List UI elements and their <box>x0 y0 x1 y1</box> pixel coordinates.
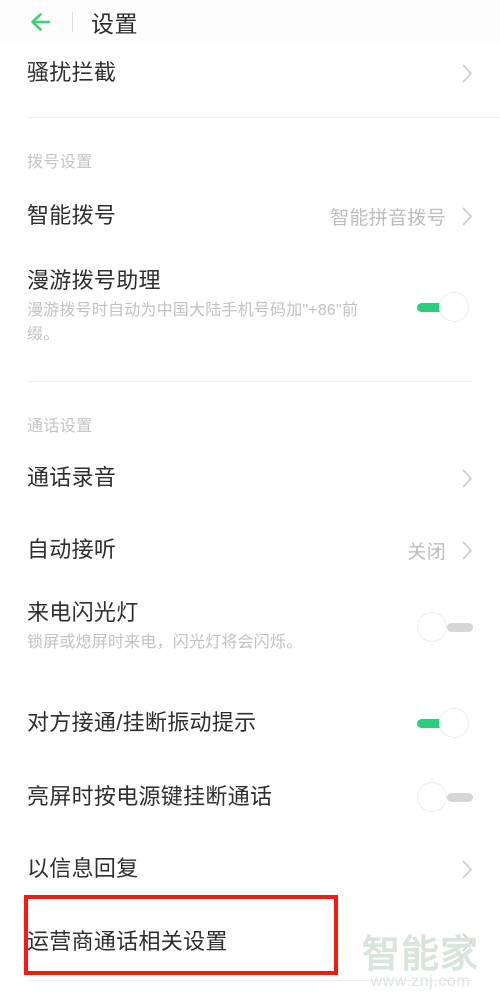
settings-row-auto-answer[interactable]: 自动接听 关闭 <box>0 528 500 572</box>
row-title: 对方接通/挂断振动提示 <box>27 710 257 735</box>
chevron-right-icon <box>462 541 473 560</box>
row-value: 关闭 <box>407 541 446 563</box>
row-title: 以信息回复 <box>27 856 139 881</box>
row-title: 通话录音 <box>27 465 117 490</box>
settings-scroll-area[interactable]: 骚扰拦截 拨号设置 智能拨号 智能拼音拨号 漫游拨号助理 漫游拨号时自动为中国大… <box>0 44 500 998</box>
toggle-track <box>447 793 473 802</box>
chevron-right-icon <box>462 860 473 879</box>
row-description: 锁屏或熄屏时来电，闪光灯将会闪烁。 <box>27 634 303 651</box>
back-arrow-icon[interactable] <box>28 9 54 35</box>
settings-row-harassment-blocking[interactable]: 骚扰拦截 <box>0 50 500 96</box>
toggle-knob <box>439 291 469 322</box>
toggle-knob <box>417 611 447 642</box>
toggle-roaming-dial-assistant[interactable] <box>417 291 473 322</box>
row-title: 自动接听 <box>27 537 117 562</box>
row-description: 漫游拨号时自动为中国大陆手机号码加"+86"前缀。 <box>27 302 359 343</box>
settings-row-smart-dial[interactable]: 智能拨号 智能拼音拨号 <box>0 194 500 238</box>
settings-row-power-key-hangup[interactable]: 亮屏时按电源键挂断通话 <box>0 775 500 819</box>
toggle-track <box>447 622 473 632</box>
settings-row-reply-with-message[interactable]: 以信息回复 <box>0 847 500 891</box>
chevron-right-icon <box>462 207 473 226</box>
section-divider <box>27 381 473 382</box>
page-title: 设置 <box>91 11 138 37</box>
chevron-right-icon <box>462 469 473 488</box>
row-title: 来电闪光灯 <box>27 600 139 625</box>
section-divider <box>27 117 500 118</box>
toggle-incoming-call-flash[interactable] <box>417 611 473 642</box>
row-title: 亮屏时按电源键挂断通话 <box>27 784 273 809</box>
section-label-dial-settings: 拨号设置 <box>27 154 93 171</box>
row-title: 智能拨号 <box>27 203 117 228</box>
app-header: 设置 <box>0 0 500 44</box>
row-title: 骚扰拦截 <box>27 60 117 85</box>
toggle-knob <box>417 782 447 812</box>
bottom-divider <box>27 980 473 981</box>
row-title: 运营商通话相关设置 <box>27 929 228 954</box>
settings-row-call-recording[interactable]: 通话录音 <box>0 456 500 500</box>
settings-row-roaming-dial-assistant[interactable]: 漫游拨号助理 漫游拨号时自动为中国大陆手机号码加"+86"前缀。 <box>0 266 500 347</box>
chevron-right-icon <box>462 933 473 952</box>
header-divider <box>72 12 73 32</box>
chevron-right-icon <box>462 64 473 83</box>
settings-row-incoming-call-flash[interactable]: 来电闪光灯 锁屏或熄屏时来电，闪光灯将会闪烁。 <box>0 598 500 655</box>
row-title: 漫游拨号助理 <box>27 268 161 293</box>
row-value: 智能拼音拨号 <box>330 207 446 229</box>
toggle-knob <box>439 708 469 738</box>
settings-row-carrier-call-settings[interactable]: 运营商通话相关设置 <box>0 920 500 964</box>
toggle-connect-hangup-vibration[interactable] <box>417 708 473 738</box>
section-label-call-settings: 通话设置 <box>27 418 93 435</box>
settings-row-connect-hangup-vibration[interactable]: 对方接通/挂断振动提示 <box>0 701 500 745</box>
toggle-power-key-hangup[interactable] <box>417 782 473 812</box>
